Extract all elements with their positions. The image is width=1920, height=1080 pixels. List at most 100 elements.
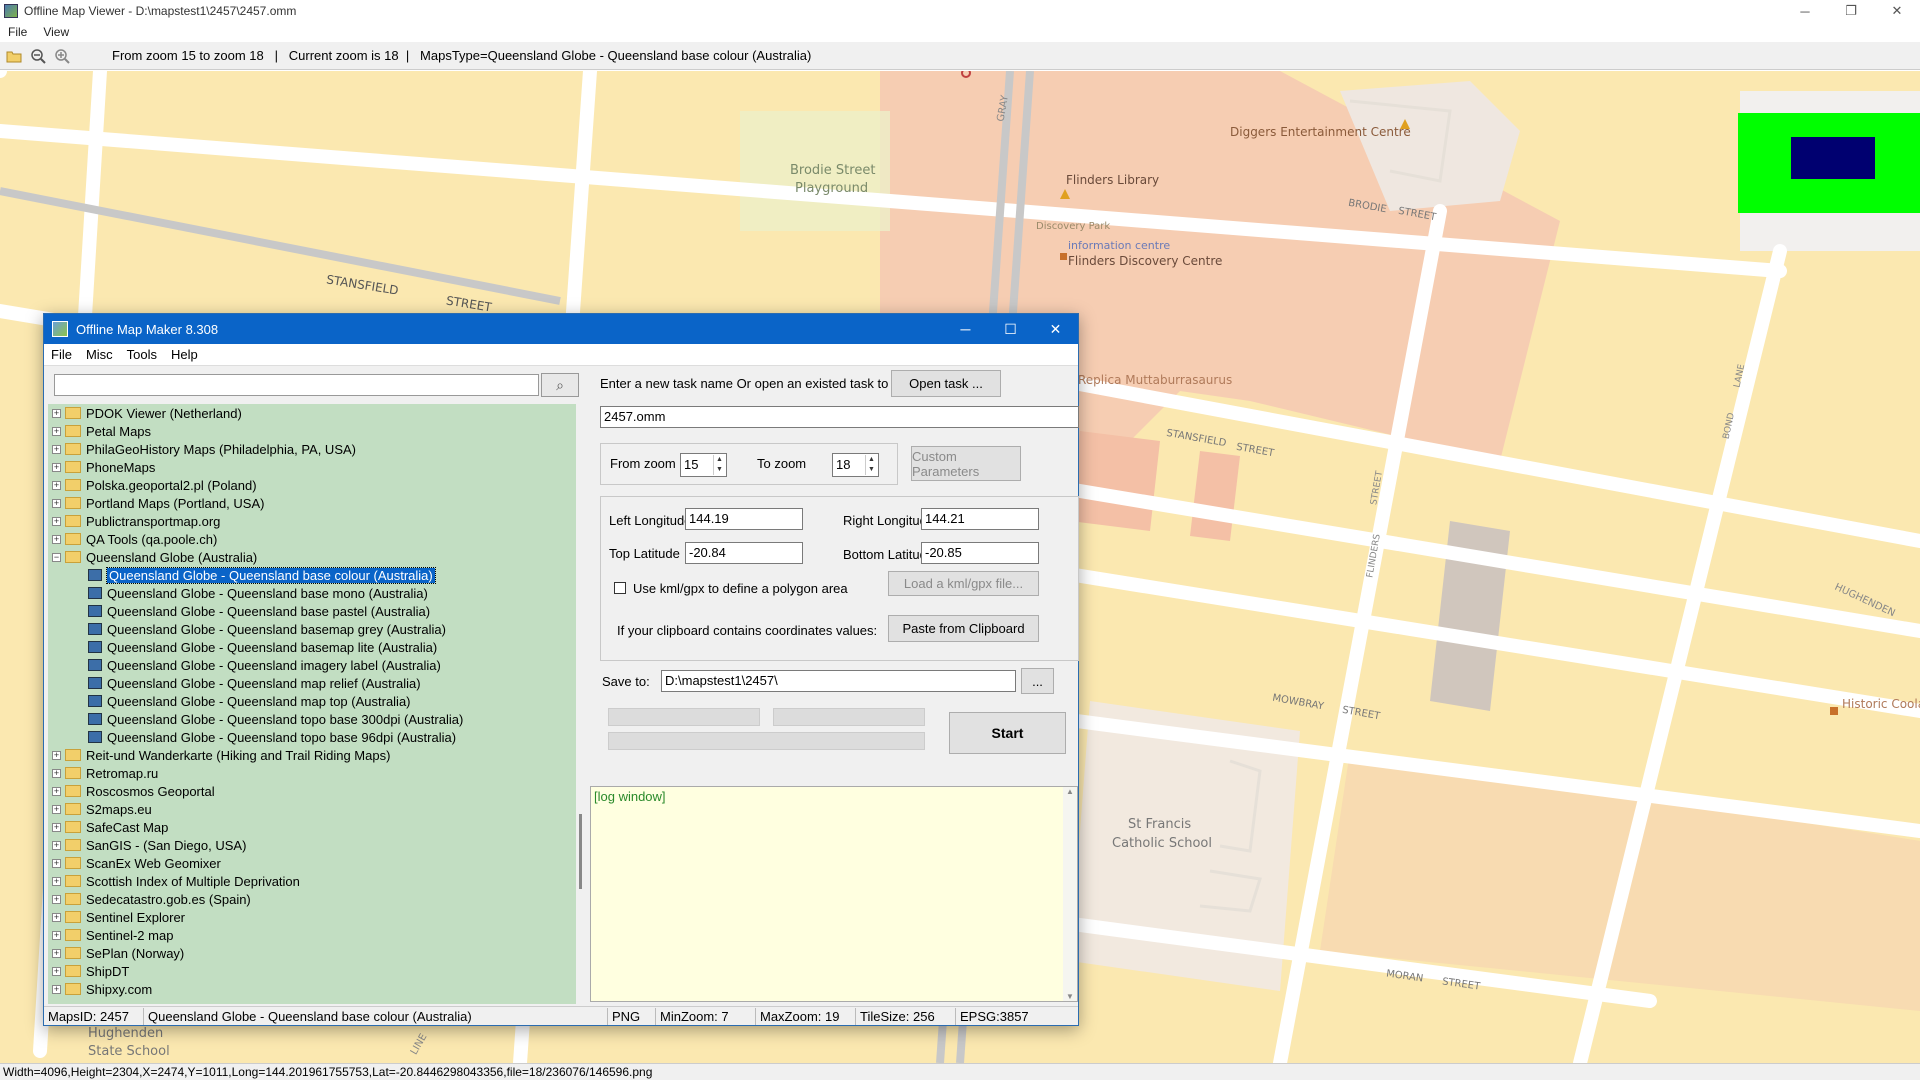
tree-leaf-item[interactable]: Queensland Globe - Queensland base colou… [48,566,576,584]
menu-view[interactable]: View [35,25,77,39]
maps-tree[interactable]: + PDOK Viewer (Netherland) + Petal Maps + Phi… [48,404,576,1004]
tree-folder-item[interactable]: + Sentinel-2 map [48,926,576,944]
tree-folder-item[interactable]: + Sedecatastro.gob.es (Spain) [48,890,576,908]
tree-leaf-item[interactable]: Queensland Globe - Queensland basemap gr… [48,620,576,638]
zoom-out-icon[interactable] [28,46,48,66]
to-zoom-stepper[interactable]: 18 ▲ ▼ [832,453,879,477]
tree-folder-item[interactable]: + ScanEx Web Geomixer [48,854,576,872]
log-window[interactable]: [log window] ▲ ▼ [590,786,1078,1002]
expand-icon[interactable]: + [52,462,61,472]
dialog-maximize-button[interactable]: ☐ [988,314,1033,344]
expand-icon[interactable]: + [52,912,61,922]
tree-folder-item[interactable]: + Shipxy.com [48,980,576,998]
dialog-minimize-button[interactable]: ─ [943,314,988,344]
tree-leaf-item[interactable]: Queensland Globe - Queensland map relief… [48,674,576,692]
log-scrollbar[interactable]: ▲ ▼ [1063,787,1077,1001]
close-button[interactable]: ✕ [1874,0,1920,22]
dialog-menu-tools[interactable]: Tools [120,347,164,362]
dialog-close-button[interactable]: ✕ [1033,314,1078,344]
search-input[interactable] [54,374,539,396]
from-zoom-arrows-icon[interactable]: ▲ ▼ [713,455,725,475]
expand-icon[interactable]: + [52,516,61,526]
tree-folder-item[interactable]: + PDOK Viewer (Netherland) [48,404,576,422]
tree-folder-item[interactable]: + Portland Maps (Portland, USA) [48,494,576,512]
expand-icon[interactable]: + [52,444,61,454]
expand-icon[interactable]: + [52,750,61,760]
menu-file[interactable]: File [0,25,35,39]
custom-parameters-button[interactable]: Custom Parameters [911,446,1021,481]
tree-folder-item[interactable]: + S2maps.eu [48,800,576,818]
dialog-menu-misc[interactable]: Misc [79,347,120,362]
restore-button[interactable]: ❐ [1828,0,1874,22]
open-task-button[interactable]: Open task ... [891,370,1001,397]
expand-icon[interactable]: + [52,966,61,976]
expand-icon[interactable]: + [52,480,61,490]
tree-folder-item[interactable]: + Sentinel Explorer [48,908,576,926]
tree-scroll-thumb[interactable] [579,814,582,889]
tree-folder-item[interactable]: + Reit-und Wanderkarte (Hiking and Trail … [48,746,576,764]
expand-icon[interactable]: + [52,858,61,868]
expand-icon[interactable]: + [52,786,61,796]
tree-leaf-item[interactable]: Queensland Globe - Queensland basemap li… [48,638,576,656]
to-zoom-arrows-icon[interactable]: ▲ ▼ [865,455,877,475]
expand-icon[interactable]: + [52,498,61,508]
zoom-in-icon[interactable] [52,46,72,66]
open-folder-icon[interactable] [4,46,24,66]
top-latitude-input[interactable]: -20.84 [685,542,803,564]
tree-folder-item[interactable]: − Queensland Globe (Australia) [48,548,576,566]
bottom-latitude-input[interactable]: -20.85 [921,542,1039,564]
collapse-icon[interactable]: − [52,552,61,562]
tree-folder-item[interactable]: + SanGIS - (San Diego, USA) [48,836,576,854]
dialog-menu-file[interactable]: File [44,347,79,362]
load-kml-button[interactable]: Load a kml/gpx file... [888,571,1039,596]
browse-button[interactable]: ... [1021,668,1054,694]
expand-icon[interactable]: + [52,408,61,418]
tree-folder-item[interactable]: + Retromap.ru [48,764,576,782]
expand-icon[interactable]: + [52,894,61,904]
folder-icon [65,893,81,905]
tree-leaf-item[interactable]: Queensland Globe - Queensland imagery la… [48,656,576,674]
expand-icon[interactable]: + [52,876,61,886]
tree-folder-item[interactable]: + Publictransportmap.org [48,512,576,530]
task-name-input[interactable]: 2457.omm [600,406,1079,428]
expand-icon[interactable]: + [52,840,61,850]
tree-item-label: Queensland Globe - Queensland map relief… [107,675,421,691]
folder-icon [65,749,81,761]
tree-folder-item[interactable]: + PhoneMaps [48,458,576,476]
tree-scrollbar[interactable] [576,404,590,1004]
expand-icon[interactable]: + [52,768,61,778]
from-zoom-stepper[interactable]: 15 ▲ ▼ [680,453,727,477]
tree-folder-item[interactable]: + Polska.geoportal2.pl (Poland) [48,476,576,494]
minimize-button[interactable]: ─ [1782,0,1828,22]
tree-leaf-item[interactable]: Queensland Globe - Queensland base paste… [48,602,576,620]
start-button[interactable]: Start [949,712,1066,754]
expand-icon[interactable]: + [52,426,61,436]
dialog-menu-help[interactable]: Help [164,347,205,362]
tree-folder-item[interactable]: + ShipDT [48,962,576,980]
tree-folder-item[interactable]: + Roscosmos Geoportal [48,782,576,800]
expand-icon[interactable]: + [52,984,61,994]
tree-folder-item[interactable]: + SePlan (Norway) [48,944,576,962]
left-longitude-input[interactable]: 144.19 [685,508,803,530]
expand-icon[interactable]: + [52,534,61,544]
tree-folder-item[interactable]: + Scottish Index of Multiple Deprivation [48,872,576,890]
tree-item-label: Sentinel-2 map [86,927,174,943]
expand-icon[interactable]: + [52,822,61,832]
tree-leaf-item[interactable]: Queensland Globe - Queensland topo base … [48,728,576,746]
tree-leaf-item[interactable]: Queensland Globe - Queensland map top (A… [48,692,576,710]
tree-folder-item[interactable]: + QA Tools (qa.poole.ch) [48,530,576,548]
tree-folder-item[interactable]: + SafeCast Map [48,818,576,836]
paste-clipboard-button[interactable]: Paste from Clipboard [888,615,1039,642]
expand-icon[interactable]: + [52,930,61,940]
kml-checkbox[interactable] [614,582,626,594]
tree-folder-item[interactable]: + PhilaGeoHistory Maps (Philadelphia, PA,… [48,440,576,458]
save-path-input[interactable]: D:\mapstest1\2457\ [661,670,1016,692]
search-button[interactable]: ⌕ [541,373,579,397]
expand-icon[interactable]: + [52,948,61,958]
right-longitude-input[interactable]: 144.21 [921,508,1039,530]
tree-folder-item[interactable]: + Petal Maps [48,422,576,440]
tree-leaf-item[interactable]: Queensland Globe - Queensland base mono … [48,584,576,602]
tree-item-label: Queensland Globe - Queensland basemap li… [107,639,438,655]
expand-icon[interactable]: + [52,804,61,814]
tree-leaf-item[interactable]: Queensland Globe - Queensland topo base … [48,710,576,728]
